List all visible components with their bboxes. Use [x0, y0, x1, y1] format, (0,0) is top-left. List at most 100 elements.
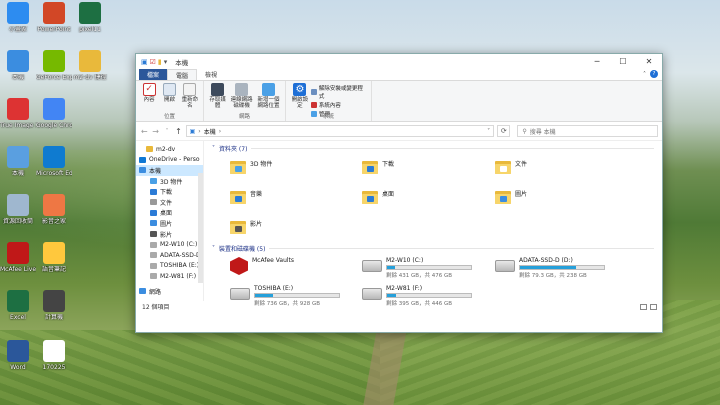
nav-item[interactable]: m2-dv: [136, 144, 203, 155]
folder-badge: [500, 166, 507, 172]
new-folder-icon[interactable]: ▮: [158, 58, 162, 66]
desktop-icon-label: 小畫家: [8, 26, 27, 33]
nav-item-label: 3D 物件: [160, 178, 183, 186]
desktop-icon[interactable]: Excel: [0, 290, 36, 321]
quick-access-toolbar: ▣ ☑ ▮ ▾: [136, 58, 167, 66]
item-count: 12 個項目: [142, 304, 170, 311]
nav-item[interactable]: 網路: [136, 286, 203, 297]
drive-item[interactable]: M2-W10 (C:) 剩餘 431 GB，共 476 GB: [362, 257, 472, 279]
large-icons-view-icon[interactable]: [650, 303, 657, 310]
window-title: 本機: [175, 58, 189, 67]
close-button[interactable]: ✕: [636, 54, 662, 69]
system-properties-button[interactable]: 系統內容: [310, 101, 368, 109]
forward-arrow-icon[interactable]: →: [151, 127, 159, 136]
app-icon: [43, 146, 65, 168]
search-box[interactable]: ⚲ 搜尋 本機: [517, 125, 659, 137]
up-arrow-icon[interactable]: ↑: [174, 127, 182, 136]
tab-view[interactable]: 檢視: [197, 69, 225, 80]
checkmark-icon: ✓: [142, 83, 156, 96]
folder-item[interactable]: 影片: [230, 219, 262, 235]
desktop-icon[interactable]: pixel11: [72, 2, 108, 33]
details-view-icon[interactable]: [640, 303, 647, 310]
chevron-down-icon[interactable]: ▾: [164, 58, 168, 66]
ribbon-tabs: 檔案 電腦 檢視 ˄ ?: [136, 69, 662, 80]
minimize-button[interactable]: ─: [584, 54, 610, 69]
nav-item[interactable]: ADATA-SSD-D (D: [136, 250, 203, 261]
nav-item[interactable]: TOSHIBA (E:): [136, 261, 203, 272]
open-icon: [162, 83, 176, 96]
desktop-icon[interactable]: PowerPoint: [36, 2, 72, 33]
chevron-up-icon[interactable]: ˄: [643, 71, 646, 78]
drive-item[interactable]: ADATA-SSD-D (D:) 剩餘 79.3 GB，共 238 GB: [495, 257, 605, 279]
nav-item[interactable]: OneDrive - Perso: [136, 155, 203, 166]
desktop-icon[interactable]: 本機: [0, 50, 36, 81]
folder-item[interactable]: 桌面: [362, 189, 394, 205]
nav-item[interactable]: 本機: [136, 165, 203, 176]
pc-icon[interactable]: ▣: [141, 58, 148, 66]
address-row: ← → ˅ ↑ ▣ › 本機 › ˅ ⟳ ⚲ 搜尋 本機: [136, 122, 662, 141]
desktop-icon[interactable]: Google Chrome: [36, 98, 72, 129]
address-bar[interactable]: ▣ › 本機 › ˅: [185, 125, 495, 137]
drives-group-header[interactable]: ˅ 裝置和磁碟機 (5): [212, 243, 654, 253]
nav-item-label: 網路: [149, 288, 162, 296]
app-icon: [43, 340, 65, 362]
app-icon: [79, 50, 101, 72]
desktop-icon[interactable]: GeForce Experience: [36, 50, 72, 81]
uninstall-program-button[interactable]: 解除安裝或變更程式: [310, 84, 368, 100]
desktop-icon-label: Excel: [10, 314, 26, 321]
desktop-icon[interactable]: 170225: [36, 340, 72, 371]
folder-item[interactable]: 圖片: [495, 189, 527, 205]
desktop-icon[interactable]: 小畫家: [0, 2, 36, 33]
drive-label: TOSHIBA (E:): [254, 285, 294, 292]
folders-group-header[interactable]: ˅ 資料夾 (7): [212, 143, 654, 153]
desktop-icon[interactable]: Word: [0, 340, 36, 371]
folder-item[interactable]: 音樂: [230, 189, 262, 205]
nav-item[interactable]: 桌面: [136, 208, 203, 219]
nav-item[interactable]: M2-W10 (C:): [136, 239, 203, 250]
desktop-icon[interactable]: Microsoft Edge: [36, 146, 72, 177]
address-dropdown-icon[interactable]: ˅: [487, 128, 490, 135]
app-icon: [43, 194, 65, 216]
help-icon[interactable]: ?: [650, 70, 658, 78]
desktop-icon[interactable]: m2-dv 捷徑: [72, 50, 108, 81]
app-icon: [7, 146, 29, 168]
tab-computer[interactable]: 電腦: [167, 69, 198, 80]
uninstall-label: 解除安裝或變更程式: [318, 86, 363, 100]
drive-item[interactable]: McAfee Vaults: [230, 257, 294, 275]
desktop-icon[interactable]: 語音筆記: [36, 242, 72, 273]
drive-usage-fill: [255, 294, 273, 297]
breadcrumb-pc[interactable]: 本機: [204, 127, 216, 136]
desktop-icon-label: True Image 2019: [0, 122, 36, 129]
folder-item[interactable]: 3D 物件: [230, 159, 272, 175]
desktop-icon[interactable]: True Image 2019: [0, 98, 36, 129]
nav-item[interactable]: M2-W81 (F:): [136, 271, 203, 282]
properties-icon[interactable]: ☑: [150, 58, 156, 66]
back-arrow-icon[interactable]: ←: [140, 127, 148, 136]
ribbon-group-location: ✓ 內容 開啟 重新命名 位置: [136, 81, 204, 121]
desktop-icon[interactable]: 資源回收筒: [0, 194, 36, 225]
desktop-icon[interactable]: 影音之家: [36, 194, 72, 225]
maximize-button[interactable]: ☐: [610, 54, 636, 69]
add-network-location-label: 新增一個網路位置: [257, 97, 280, 109]
title-bar[interactable]: ▣ ☑ ▮ ▾ 本機 ─ ☐ ✕: [136, 54, 662, 69]
desktop-icon[interactable]: McAfee LiveSafe: [0, 242, 36, 273]
recent-chevron-icon[interactable]: ˅: [163, 128, 171, 135]
refresh-button[interactable]: ⟳: [497, 125, 511, 137]
tab-file[interactable]: 檔案: [139, 69, 168, 80]
nav-item[interactable]: 下載: [136, 186, 203, 197]
navigation-scrollbar[interactable]: [198, 173, 203, 283]
nav-item-label: 圖片: [160, 220, 173, 228]
nav-item[interactable]: 文件: [136, 197, 203, 208]
window-controls: ─ ☐ ✕: [584, 54, 662, 69]
nav-item[interactable]: 影片: [136, 229, 203, 240]
nav-item-icon: [150, 273, 157, 280]
desktop-icon[interactable]: 本機: [0, 146, 36, 177]
desktop-icon[interactable]: 計算機: [36, 290, 72, 321]
nav-item[interactable]: 圖片: [136, 218, 203, 229]
search-icon: ⚲: [522, 127, 527, 135]
navigation-list: m2-dv OneDrive - Perso 本機 3D 物件 下載 文件 桌面 圖片 影片 M2…: [136, 144, 203, 296]
nav-item[interactable]: 3D 物件: [136, 176, 203, 187]
folder-item[interactable]: 文件: [495, 159, 527, 175]
divider: [269, 247, 654, 249]
folder-item[interactable]: 下載: [362, 159, 394, 175]
